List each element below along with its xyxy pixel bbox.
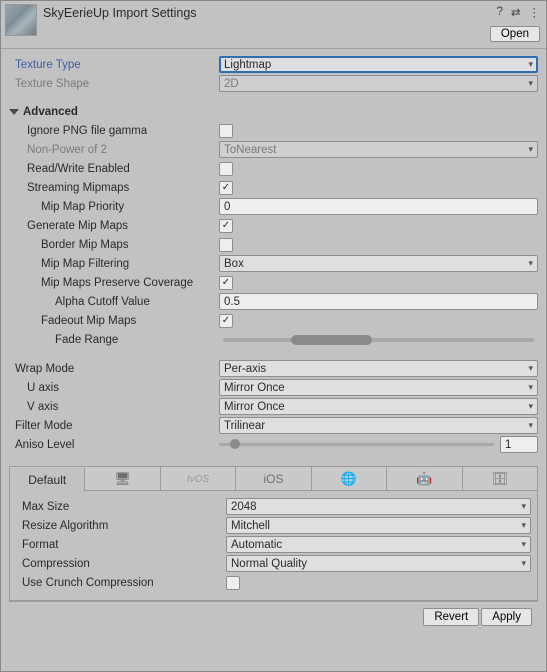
format-label: Format [16,539,226,551]
resize-algo-label: Resize Algorithm [16,520,226,532]
chevron-down-icon: ▾ [528,420,533,431]
platform-tab-desktop[interactable]: 🖥 [85,467,160,491]
chevron-down-icon: ▾ [521,501,526,512]
border-mipmaps-label: Border Mip Maps [9,239,219,251]
fadeout-mipmaps-checkbox[interactable]: ✓ [219,314,233,328]
alpha-cutoff-field[interactable]: 0.5 [219,293,538,310]
wrap-mode-label: Wrap Mode [9,363,219,375]
max-size-select[interactable]: 2048 ▾ [226,498,531,515]
help-icon[interactable]: ? [496,6,502,18]
streaming-mipmaps-checkbox[interactable]: ✓ [219,181,233,195]
chevron-down-icon: ▾ [528,258,533,269]
preset-icon[interactable]: ⇄ [511,5,521,19]
chevron-down-icon: ▾ [521,558,526,569]
preserve-coverage-checkbox[interactable]: ✓ [219,276,233,290]
texture-type-label: Texture Type [9,59,219,71]
asset-title: SkyEerieUp Import Settings [43,4,197,20]
header-icons: ? ⇄ ⋮ [496,5,540,19]
ignore-png-gamma-checkbox[interactable] [219,124,233,138]
u-axis-value: Mirror Once [224,382,285,394]
max-size-value: 2048 [231,501,257,513]
aniso-value-field[interactable]: 1 [500,436,538,453]
platform-tab-android[interactable]: 🤖 [387,467,462,491]
npot-value: ToNearest [224,144,276,156]
platform-panel: Max Size 2048 ▾ Resize Algorithm Mitchel… [9,490,538,601]
chevron-down-icon: ▾ [528,363,533,374]
filter-mode-select[interactable]: Trilinear ▾ [219,417,538,434]
u-axis-select[interactable]: Mirror Once ▾ [219,379,538,396]
texture-shape-value: 2D [224,78,239,90]
filter-mode-label: Filter Mode [9,420,219,432]
platform-tab-web[interactable]: 🌐 [312,467,387,491]
platform-tab-default[interactable]: Default [10,468,85,492]
aniso-slider[interactable] [219,443,494,446]
chevron-down-icon: ▾ [528,78,533,89]
mipmap-priority-field[interactable]: 0 [219,198,538,215]
fade-range-thumb[interactable] [291,335,372,345]
v-axis-label: V axis [9,401,219,413]
wrap-mode-select[interactable]: Per-axis ▾ [219,360,538,377]
asset-thumbnail [5,4,37,36]
format-select[interactable]: Automatic ▾ [226,536,531,553]
advanced-label: Advanced [23,106,78,118]
max-size-label: Max Size [16,501,226,513]
inspector-header: SkyEerieUp Import Settings ? ⇄ ⋮ Open [1,1,546,49]
platform-tab-ios[interactable]: iOS [236,467,311,491]
streaming-mipmaps-label: Streaming Mipmaps [9,182,219,194]
open-button[interactable]: Open [490,26,540,42]
alpha-cutoff-label: Alpha Cutoff Value [9,296,219,308]
chevron-down-icon: ▾ [528,401,533,412]
v-axis-select[interactable]: Mirror Once ▾ [219,398,538,415]
resize-algo-select[interactable]: Mitchell ▾ [226,517,531,534]
chevron-down-icon: ▾ [521,520,526,531]
border-mipmaps-checkbox[interactable] [219,238,233,252]
menu-icon[interactable]: ⋮ [529,5,541,19]
crunch-label: Use Crunch Compression [16,577,226,589]
texture-type-select[interactable]: Lightmap ▾ [219,56,538,73]
fadeout-mipmaps-label: Fadeout Mip Maps [9,315,219,327]
crunch-checkbox[interactable] [226,576,240,590]
npot-label: Non-Power of 2 [9,144,219,156]
texture-shape-select: 2D ▾ [219,75,538,92]
filter-mode-value: Trilinear [224,420,265,432]
fade-range-slider[interactable] [223,338,534,342]
generate-mipmaps-label: Generate Mip Maps [9,220,219,232]
v-axis-value: Mirror Once [224,401,285,413]
npot-select: ToNearest ▾ [219,141,538,158]
texture-type-value: Lightmap [224,59,271,71]
ignore-png-gamma-label: Ignore PNG file gamma [9,125,219,137]
compression-value: Normal Quality [231,558,307,570]
compression-select[interactable]: Normal Quality ▾ [226,555,531,572]
chevron-down-icon: ▾ [521,539,526,550]
readwrite-checkbox[interactable] [219,162,233,176]
u-axis-label: U axis [9,382,219,394]
platform-tabs: Default🖥tvOSiOS🌐🤖🗄 [9,466,538,491]
revert-button[interactable]: Revert [423,608,479,626]
mip-filtering-label: Mip Map Filtering [9,258,219,270]
generate-mipmaps-checkbox[interactable]: ✓ [219,219,233,233]
compression-label: Compression [16,558,226,570]
texture-shape-label: Texture Shape [9,78,219,90]
apply-button[interactable]: Apply [481,608,532,626]
aniso-label: Aniso Level [9,439,219,451]
chevron-down-icon: ▾ [528,59,533,70]
resize-algo-value: Mitchell [231,520,270,532]
readwrite-label: Read/Write Enabled [9,163,219,175]
wrap-mode-value: Per-axis [224,363,266,375]
chevron-down-icon: ▾ [528,144,533,155]
mipmap-priority-label: Mip Map Priority [9,201,219,213]
format-value: Automatic [231,539,282,551]
fade-range-label: Fade Range [9,334,219,346]
platform-tab-server[interactable]: 🗄 [463,467,537,491]
chevron-down-icon: ▾ [528,382,533,393]
platform-tab-tvos[interactable]: tvOS [161,467,236,491]
mip-filtering-value: Box [224,258,244,270]
advanced-foldout[interactable]: Advanced [9,103,538,121]
mip-filtering-select[interactable]: Box ▾ [219,255,538,272]
triangle-down-icon [9,109,19,115]
footer: Revert Apply [9,601,538,632]
preserve-coverage-label: Mip Maps Preserve Coverage [9,277,219,289]
aniso-knob[interactable] [230,439,240,449]
